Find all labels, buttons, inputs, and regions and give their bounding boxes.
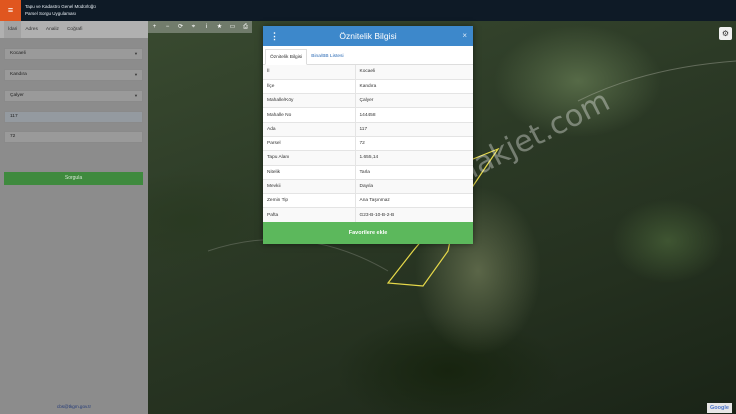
attribute-key: İlçe <box>263 79 356 95</box>
attribute-key: Parsel <box>263 136 356 152</box>
table-row: Mahalle No 144458 <box>263 107 473 123</box>
attribute-value: Dayıla <box>355 179 473 195</box>
popup-title: Öznitelik Bilgisi <box>339 31 397 41</box>
attribute-value: Ana Taşınmaz <box>355 193 473 209</box>
tab-attribute-info[interactable]: Öznitelik Bilgisi <box>265 49 308 65</box>
attribute-key: Ada <box>263 122 356 137</box>
attribute-value: Kocaeli <box>355 65 473 80</box>
ruler-icon[interactable]: ▭ <box>226 21 239 33</box>
sidebar-tabs: İdari Adres Analiz Coğrafi <box>0 21 148 38</box>
contact-email-link[interactable]: cbs@tkgm.gov.tr <box>0 404 148 409</box>
query-button[interactable]: Sorgula <box>4 172 143 185</box>
refresh-icon[interactable]: ⟳ <box>174 21 187 33</box>
chevron-down-icon: ▼ <box>134 72 138 77</box>
attribute-value: Tarla <box>355 165 473 180</box>
zoom-in-icon[interactable]: + <box>148 21 161 33</box>
parcel-input[interactable]: 72 <box>4 131 143 143</box>
attribute-key: Tapu Alanı <box>263 150 356 166</box>
print-icon[interactable]: ⎙ <box>239 21 252 33</box>
attribute-value: G23-B-10-B-2-B <box>355 207 473 223</box>
neighborhood-value: Çalyer <box>10 93 24 98</box>
crosshair-icon[interactable]: ⌖ <box>187 21 200 33</box>
table-row: Tapu Alanı 1.655,14 <box>263 150 473 166</box>
google-logo: Google <box>707 403 732 413</box>
attribute-table: İl Kocaeli İlçe Kandıra Mahalle/Köy Çalyer Mah… <box>263 65 473 223</box>
table-row: Zemin Tip Ana Taşınmaz <box>263 193 473 209</box>
parcel-value: 72 <box>10 134 16 139</box>
table-row: Pafta G23-B-10-B-2-B <box>263 207 473 223</box>
table-row: Ada 117 <box>263 122 473 137</box>
chevron-down-icon: ▼ <box>134 51 138 56</box>
popup-tabs: Öznitelik Bilgisi Bina/BB Listesi <box>263 46 473 65</box>
neighborhood-select[interactable]: Çalyer ▼ <box>4 90 143 102</box>
tab-idari[interactable]: İdari <box>4 21 22 38</box>
chevron-down-icon: ▼ <box>134 93 138 98</box>
table-row: Mahalle/Köy Çalyer <box>263 93 473 109</box>
block-value: 117 <box>10 114 18 119</box>
attribute-key: Nitelik <box>263 165 356 180</box>
info-icon[interactable]: i <box>200 21 213 33</box>
brand-line-1: Tapu ve Kadastro Genel Müdürlüğü <box>25 4 96 9</box>
table-row: İl Kocaeli <box>263 65 473 80</box>
add-favorite-button[interactable]: Favorilere ekle <box>263 222 473 244</box>
district-select[interactable]: Kandıra ▼ <box>4 69 143 81</box>
brand: Tapu ve Kadastro Genel Müdürlüğü Parsel … <box>25 3 96 17</box>
close-icon[interactable]: × <box>462 26 467 46</box>
attribute-value: Çalyer <box>355 93 473 109</box>
zoom-out-icon[interactable]: − <box>161 21 174 33</box>
attribute-value: 1.655,14 <box>355 150 473 166</box>
brand-line-2: Parsel Sorgu Uygulaması <box>25 11 77 16</box>
attribute-value: 117 <box>355 122 473 137</box>
table-row: Nitelik Tarla <box>263 165 473 180</box>
popup-header: ⋮ Öznitelik Bilgisi × <box>263 26 473 46</box>
gear-icon[interactable]: ⚙ <box>719 27 732 40</box>
hamburger-icon[interactable]: ≡ <box>0 0 21 21</box>
table-row: Mevkii Dayıla <box>263 179 473 195</box>
province-value: Kocaeli <box>10 51 26 56</box>
attribute-key: Mahalle/Köy <box>263 93 356 109</box>
attribute-key: Mevkii <box>263 179 356 195</box>
road-line-2 <box>207 238 389 272</box>
attribute-key: İl <box>263 65 356 80</box>
table-row: Parsel 72 <box>263 136 473 152</box>
tab-cografi[interactable]: Coğrafi <box>63 21 86 38</box>
star-icon[interactable]: ★ <box>213 21 226 33</box>
attribute-key: Pafta <box>263 207 356 223</box>
district-value: Kandıra <box>10 72 27 77</box>
top-header: ≡ Tapu ve Kadastro Genel Müdürlüğü Parse… <box>0 0 736 21</box>
tab-building-list[interactable]: Bina/BB Listesi <box>307 49 347 65</box>
block-input[interactable]: 117 <box>4 111 143 123</box>
attribute-popup: ⋮ Öznitelik Bilgisi × Öznitelik Bilgisi … <box>263 26 473 244</box>
attribute-value: 144458 <box>355 107 473 123</box>
attribute-value: Kandıra <box>355 79 473 95</box>
province-select[interactable]: Kocaeli ▼ <box>4 48 143 60</box>
attribute-key: Zemin Tip <box>263 193 356 209</box>
attribute-key: Mahalle No <box>263 107 356 123</box>
tab-adres[interactable]: Adres <box>21 21 42 38</box>
attribute-value: 72 <box>355 136 473 152</box>
map-toolbar: + − ⟳ ⌖ i ★ ▭ ⎙ <box>148 21 252 33</box>
tab-analiz[interactable]: Analiz <box>42 21 63 38</box>
table-row: İlçe Kandıra <box>263 79 473 95</box>
sidebar: İdari Adres Analiz Coğrafi Kocaeli ▼ Kan… <box>0 21 148 414</box>
